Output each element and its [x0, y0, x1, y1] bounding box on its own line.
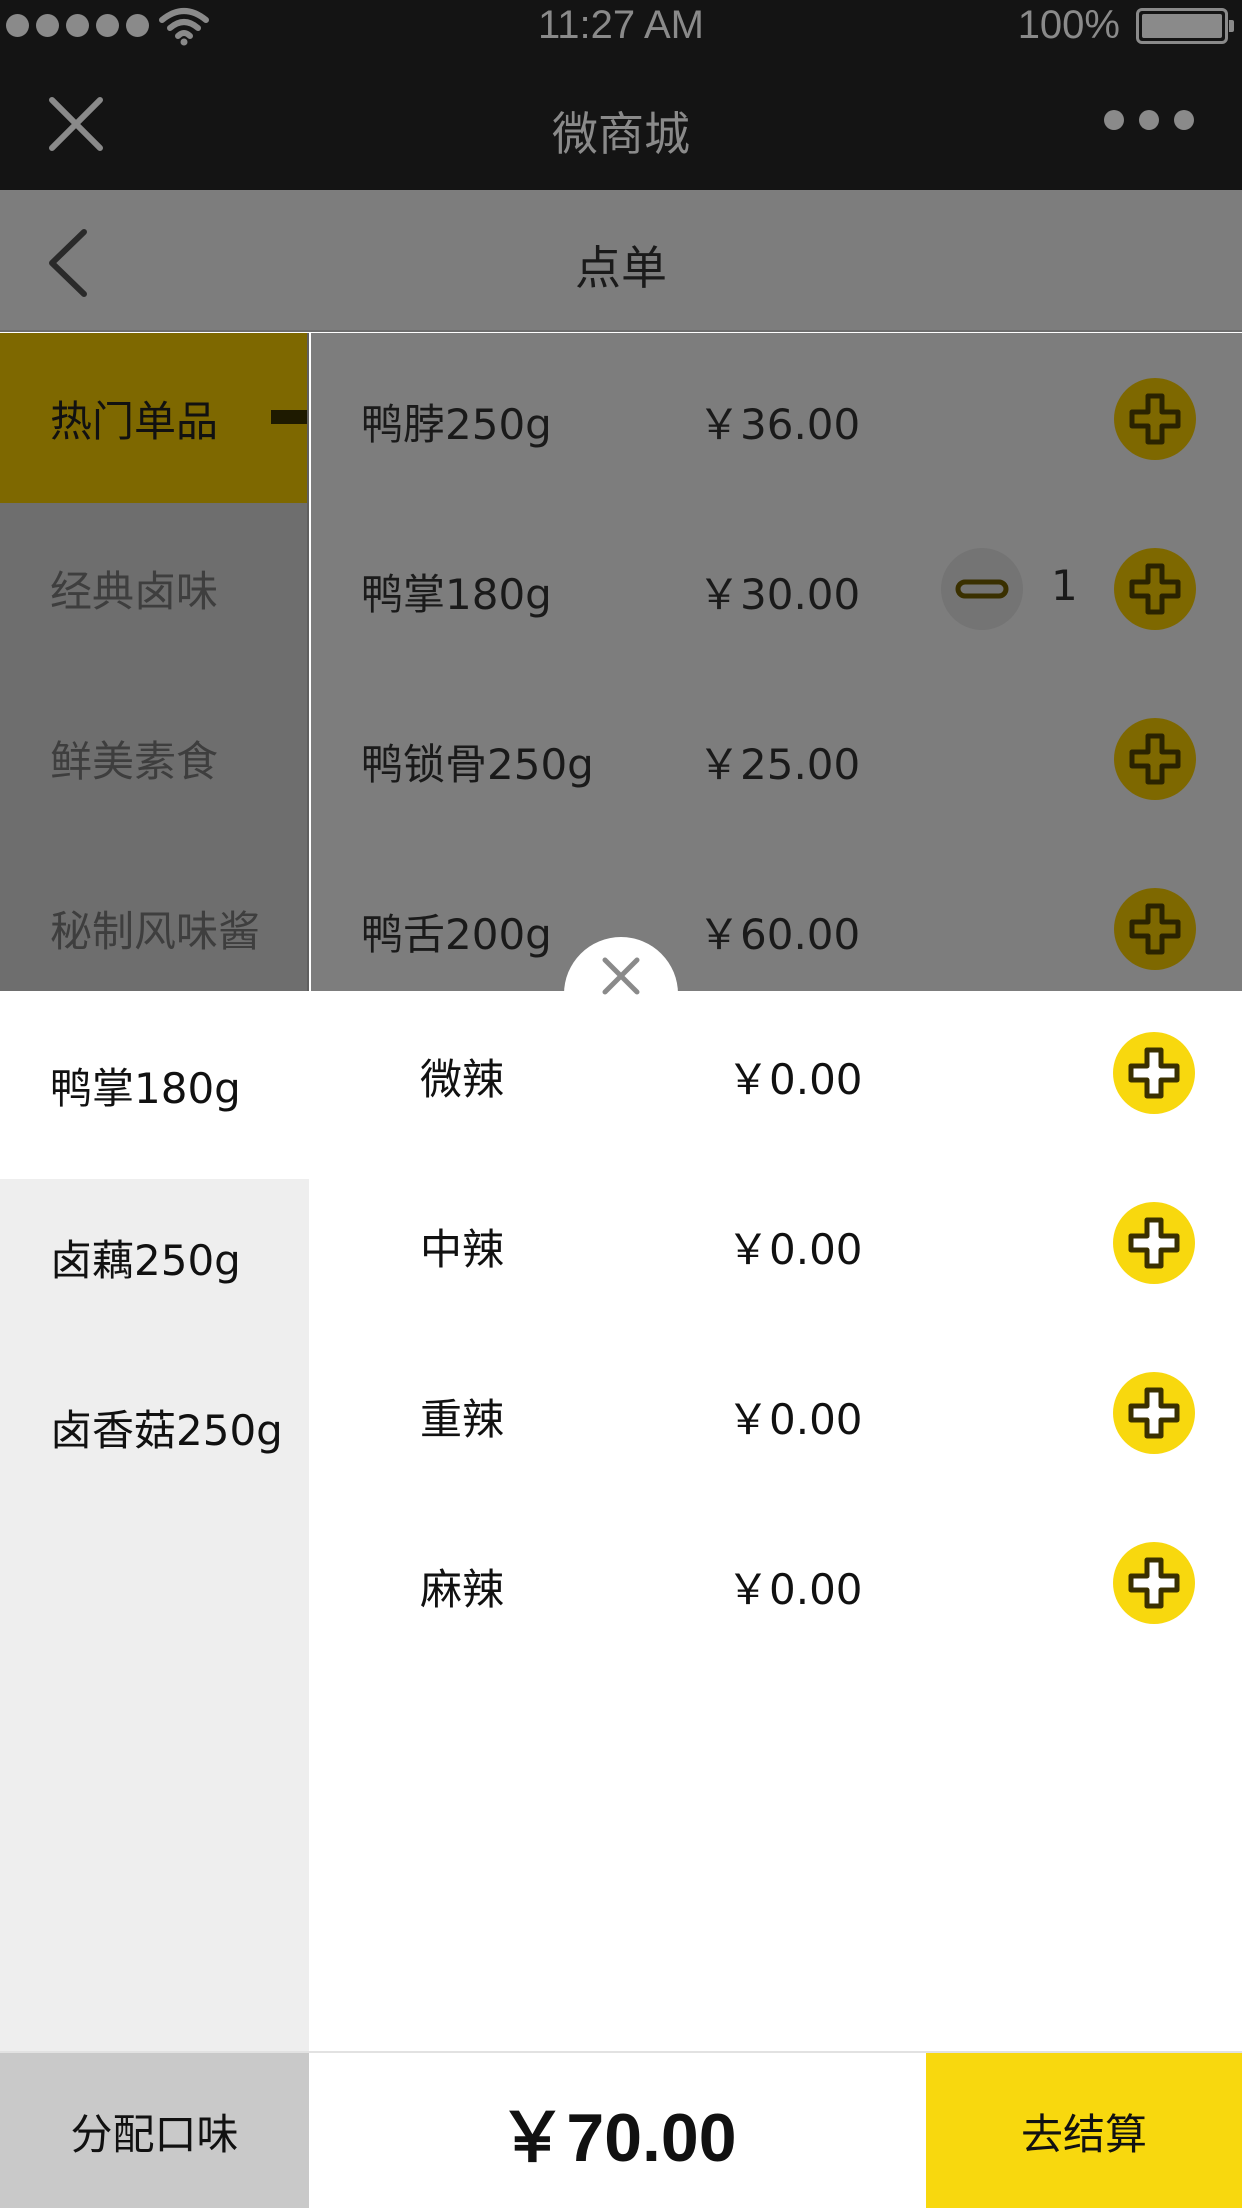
battery-icon: [1136, 8, 1234, 44]
quantity-count: 1: [1051, 561, 1078, 610]
plus-icon[interactable]: [1113, 1032, 1195, 1114]
status-bar: 11:27 AM 100%: [0, 0, 1242, 52]
sheet-item[interactable]: 卤藕250g: [0, 1163, 309, 1351]
category-label: 经典卤味: [50, 566, 219, 616]
product-row: 鸭锁骨250g ￥25.00: [311, 673, 1242, 843]
plus-icon[interactable]: [1114, 718, 1196, 800]
category-label: 鲜美素食: [50, 736, 219, 786]
product-list: 鸭脖250g ￥36.00 鸭掌180g ￥30.00 1 鸭锁骨250g ￥2…: [311, 333, 1242, 993]
flavor-name: 微辣: [420, 1055, 505, 1104]
flavor-option-row: 重辣 ￥0.00: [309, 1331, 1242, 1501]
product-price: ￥25.00: [698, 740, 861, 789]
close-icon: [602, 957, 640, 995]
flavor-option-row: 微辣 ￥0.00: [309, 991, 1242, 1161]
category-sidebar: 热门单品 经典卤味 鲜美素食 秘制风味酱: [0, 333, 309, 993]
sheet-item[interactable]: 鸭掌180g: [0, 991, 309, 1179]
assign-flavor-button[interactable]: 分配口味: [0, 2053, 309, 2208]
product-name: 鸭锁骨250g: [361, 740, 594, 789]
sheet-item[interactable]: 卤香菇250g: [0, 1333, 309, 1521]
sheet-item-label: 鸭掌180g: [50, 1063, 241, 1113]
plus-icon[interactable]: [1114, 548, 1196, 630]
close-sheet-button[interactable]: [564, 937, 678, 1051]
category-label: 热门单品: [50, 396, 219, 446]
category-item[interactable]: 秘制风味酱: [0, 843, 307, 1013]
flavor-name: 麻辣: [420, 1565, 505, 1614]
active-marker: [271, 410, 307, 424]
checkout-button[interactable]: 去结算: [926, 2053, 1242, 2208]
product-name: 鸭舌200g: [361, 910, 552, 959]
plus-icon[interactable]: [1113, 1372, 1195, 1454]
flavor-name: 中辣: [420, 1225, 505, 1274]
wechat-title: 微商城: [552, 107, 690, 161]
product-row: 鸭舌200g ￥60.00: [311, 843, 1242, 1013]
product-price: ￥30.00: [698, 570, 861, 619]
flavor-name: 重辣: [420, 1395, 505, 1444]
plus-icon[interactable]: [1113, 1542, 1195, 1624]
category-item[interactable]: 经典卤味: [0, 503, 307, 673]
product-price: ￥60.00: [698, 910, 861, 959]
flavor-price: ￥0.00: [727, 1055, 863, 1104]
flavor-price: ￥0.00: [727, 1565, 863, 1614]
wechat-title-bar: 微商城: [0, 52, 1242, 190]
more-icon[interactable]: [1104, 110, 1194, 130]
total-price: ￥70.00: [498, 2100, 737, 2176]
minus-icon[interactable]: [941, 548, 1023, 630]
flavor-option-row: 中辣 ￥0.00: [309, 1161, 1242, 1331]
product-name: 鸭掌180g: [361, 570, 552, 619]
page-header: 点单: [0, 190, 1242, 332]
flavor-price: ￥0.00: [727, 1225, 863, 1274]
sheet-item-list: 鸭掌180g 卤藕250g 卤香菇250g: [0, 991, 309, 2051]
flavor-price: ￥0.00: [727, 1395, 863, 1444]
battery-percent: 100%: [1017, 3, 1120, 47]
category-item[interactable]: 鲜美素食: [0, 673, 307, 843]
flavor-sheet: 鸭掌180g 卤藕250g 卤香菇250g 微辣 ￥0.00 中辣 ￥0.00 …: [0, 991, 1242, 2051]
footer-bar: 分配口味 ￥70.00 去结算: [0, 2051, 1242, 2208]
product-row: 鸭脖250g ￥36.00: [311, 333, 1242, 503]
sheet-item-label: 卤香菇250g: [50, 1405, 283, 1455]
plus-icon[interactable]: [1114, 888, 1196, 970]
category-item[interactable]: 热门单品: [0, 333, 307, 503]
sheet-item-label: 卤藕250g: [50, 1235, 241, 1285]
plus-icon[interactable]: [1114, 378, 1196, 460]
page-title: 点单: [575, 241, 667, 295]
product-row: 鸭掌180g ￥30.00 1: [311, 503, 1242, 673]
plus-icon[interactable]: [1113, 1202, 1195, 1284]
category-label: 秘制风味酱: [50, 906, 261, 956]
product-name: 鸭脖250g: [361, 400, 552, 449]
product-price: ￥36.00: [698, 400, 861, 449]
flavor-option-row: 麻辣 ￥0.00: [309, 1501, 1242, 1671]
